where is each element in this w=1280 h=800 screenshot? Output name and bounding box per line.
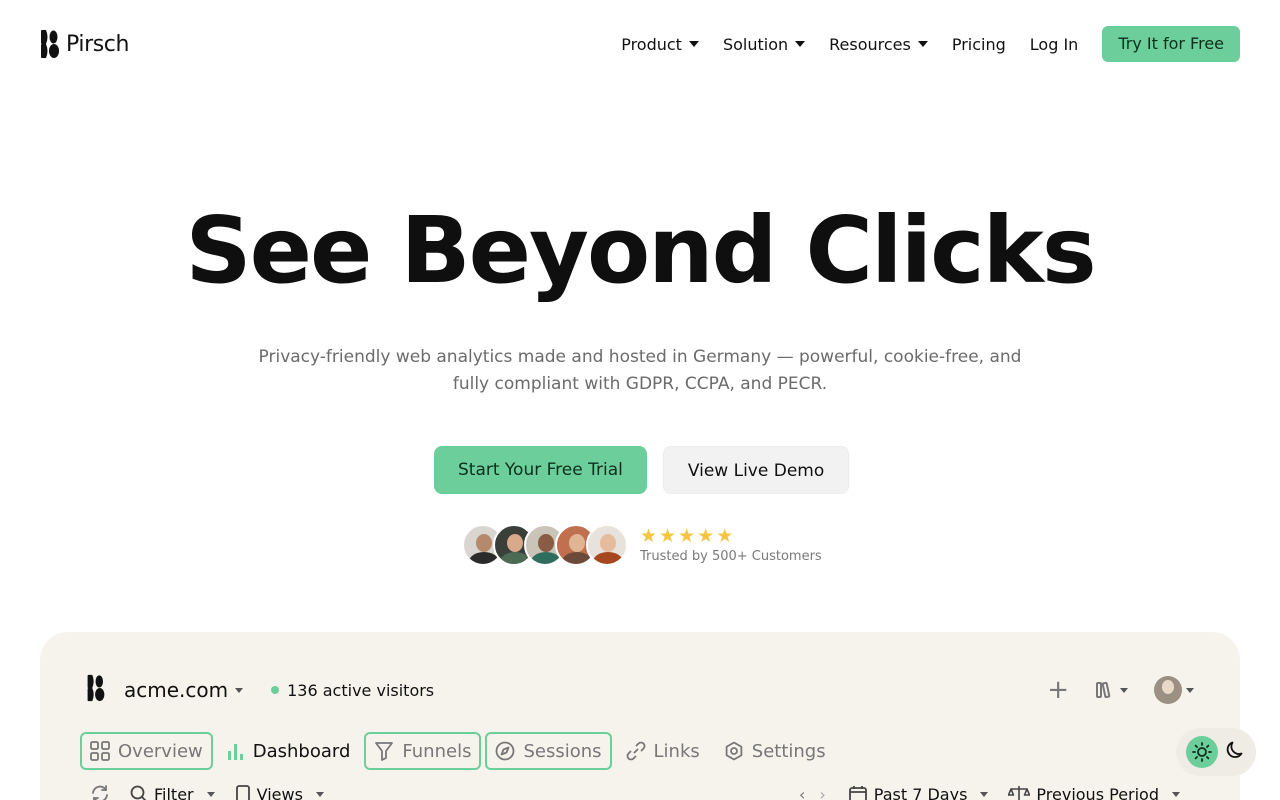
grid-icon bbox=[90, 741, 110, 761]
rating-block: ★ ★ ★ ★ ★ Trusted by 500+ Customers bbox=[640, 526, 822, 564]
start-trial-button[interactable]: Start Your Free Trial bbox=[434, 446, 647, 494]
customer-avatars bbox=[462, 524, 628, 566]
gear-icon bbox=[725, 741, 743, 761]
avatar bbox=[586, 524, 628, 566]
chevron-down-icon bbox=[206, 791, 215, 797]
tab-settings[interactable]: Settings bbox=[714, 732, 836, 770]
star-icon: ★ bbox=[716, 525, 734, 547]
dashboard-preview: acme.com 136 active visitors + Overview … bbox=[40, 632, 1240, 800]
star-icon: ★ bbox=[640, 525, 658, 547]
pirsch-logo-icon bbox=[86, 674, 106, 706]
moon-icon[interactable] bbox=[1226, 740, 1246, 764]
nav-login[interactable]: Log In bbox=[1030, 35, 1079, 54]
tab-dashboard-label: Dashboard bbox=[252, 740, 351, 762]
site-selector[interactable]: acme.com bbox=[124, 678, 228, 702]
site-header: Pirsch Product Solution Resources Pricin… bbox=[0, 0, 1280, 88]
trusted-text: Trusted by 500+ Customers bbox=[640, 549, 822, 564]
brand-name: Pirsch bbox=[66, 31, 130, 57]
toolbar-right: ‹ › Past 7 Days Previous Period bbox=[799, 784, 1200, 800]
sun-icon[interactable] bbox=[1186, 736, 1218, 768]
star-rating: ★ ★ ★ ★ ★ bbox=[640, 526, 822, 546]
dashboard-header: acme.com 136 active visitors bbox=[86, 674, 434, 706]
hero-title: See Beyond Clicks bbox=[185, 197, 1096, 304]
tab-links[interactable]: Links bbox=[616, 732, 710, 770]
chevron-down-icon bbox=[1186, 687, 1194, 693]
chevron-down-icon[interactable] bbox=[235, 687, 244, 693]
prev-period-arrow[interactable]: ‹ bbox=[799, 785, 805, 800]
columns-icon[interactable] bbox=[1095, 680, 1128, 700]
nav-resources[interactable]: Resources bbox=[829, 35, 928, 54]
refresh-button[interactable] bbox=[90, 784, 110, 800]
chevron-down-icon bbox=[980, 791, 989, 797]
compare-picker[interactable]: Previous Period bbox=[1008, 784, 1180, 800]
social-proof: ★ ★ ★ ★ ★ Trusted by 500+ Customers bbox=[462, 524, 822, 566]
pirsch-logo-icon bbox=[40, 29, 60, 59]
tab-funnels[interactable]: Funnels bbox=[364, 732, 482, 770]
chevron-down-icon bbox=[795, 41, 806, 47]
chevron-down-icon bbox=[1120, 687, 1128, 693]
tab-sessions-label: Sessions bbox=[523, 740, 602, 762]
search-icon bbox=[130, 785, 147, 800]
avatar bbox=[1154, 676, 1182, 704]
star-icon: ★ bbox=[678, 525, 696, 547]
nav-resources-label: Resources bbox=[829, 34, 911, 54]
filter-button[interactable]: Filter bbox=[130, 785, 215, 800]
plus-icon[interactable]: + bbox=[1047, 677, 1069, 703]
refresh-icon bbox=[92, 785, 108, 800]
main-nav: Product Solution Resources Pricing Log I… bbox=[621, 26, 1240, 62]
bookmark-icon bbox=[235, 785, 250, 800]
chevron-down-icon bbox=[688, 41, 699, 47]
tab-dashboard[interactable]: Dashboard bbox=[217, 732, 361, 770]
hero-cta-group: Start Your Free Trial View Live Demo bbox=[434, 446, 850, 494]
tab-links-label: Links bbox=[653, 740, 700, 762]
nav-product[interactable]: Product bbox=[621, 35, 699, 54]
star-icon: ★ bbox=[697, 525, 715, 547]
tab-funnels-label: Funnels bbox=[402, 740, 472, 762]
link-icon bbox=[626, 741, 645, 761]
hero-subtitle: Privacy-friendly web analytics made and … bbox=[258, 347, 1022, 394]
star-icon: ★ bbox=[659, 525, 677, 547]
nav-solution-label: Solution bbox=[722, 34, 789, 54]
dashboard-tabs: Overview Dashboard Funnels Sessions Link… bbox=[80, 732, 836, 770]
chevron-down-icon bbox=[315, 791, 324, 797]
chevron-down-icon bbox=[917, 41, 928, 47]
nav-product-label: Product bbox=[621, 34, 682, 54]
compass-icon bbox=[496, 741, 515, 761]
live-indicator bbox=[271, 686, 280, 694]
views-button[interactable]: Views bbox=[235, 785, 324, 800]
filter-label: Filter bbox=[154, 784, 194, 800]
next-period-arrow[interactable]: › bbox=[819, 785, 825, 800]
nav-solution[interactable]: Solution bbox=[722, 34, 806, 54]
live-demo-button[interactable]: View Live Demo bbox=[662, 446, 850, 494]
scale-icon bbox=[1008, 786, 1031, 800]
nav-pricing[interactable]: Pricing bbox=[952, 35, 1006, 54]
date-range-picker[interactable]: Past 7 Days bbox=[848, 784, 989, 800]
user-menu[interactable] bbox=[1154, 676, 1194, 704]
bar-chart-icon bbox=[227, 744, 243, 760]
calendar-icon bbox=[848, 786, 867, 800]
dashboard-actions: + bbox=[1047, 676, 1194, 704]
brand-logo[interactable]: Pirsch bbox=[40, 29, 129, 59]
tab-overview[interactable]: Overview bbox=[80, 732, 213, 770]
compare-label: Previous Period bbox=[1036, 784, 1159, 800]
funnel-icon bbox=[375, 742, 394, 761]
tab-sessions[interactable]: Sessions bbox=[485, 732, 612, 770]
try-free-button[interactable]: Try It for Free bbox=[1102, 26, 1240, 62]
theme-toggle[interactable] bbox=[1176, 728, 1256, 776]
chevron-down-icon bbox=[1172, 791, 1180, 797]
tab-settings-label: Settings bbox=[751, 740, 826, 762]
views-label: Views bbox=[256, 784, 303, 800]
active-visitors: 136 active visitors bbox=[287, 680, 435, 700]
dashboard-toolbar: Filter Views ‹ › Past 7 Days Previous Pe… bbox=[90, 784, 1200, 800]
date-range-label: Past 7 Days bbox=[873, 784, 968, 800]
tab-overview-label: Overview bbox=[118, 740, 203, 762]
